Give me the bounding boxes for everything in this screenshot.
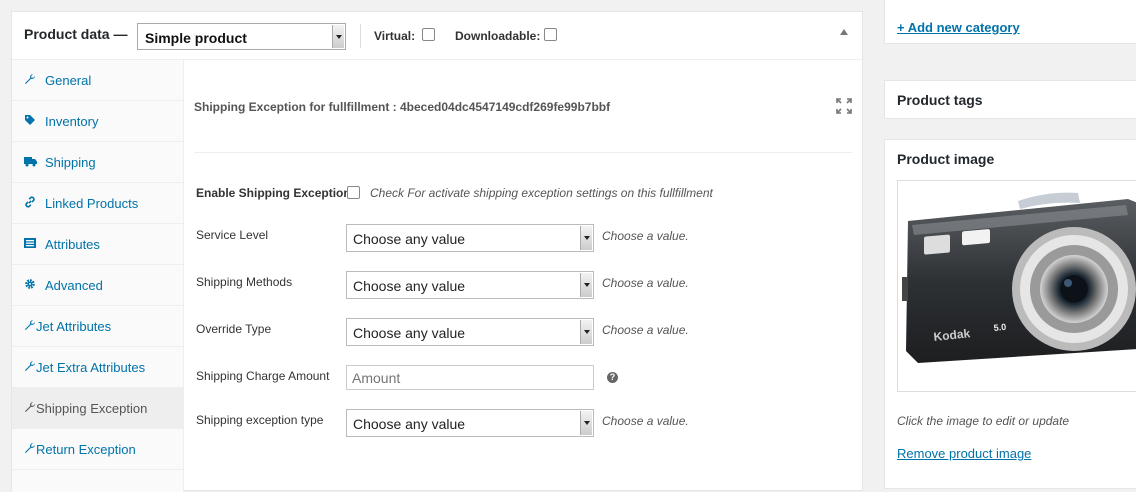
tab-label: Jet Extra Attributes: [36, 360, 146, 375]
wrench-icon: [23, 401, 37, 415]
exception-type-select[interactable]: Choose any value: [346, 409, 594, 437]
tab-return-exception[interactable]: Return Exception: [12, 429, 183, 470]
enable-shipping-exception-label: Enable Shipping Exception: [196, 186, 351, 200]
expand-icon[interactable]: [836, 98, 852, 114]
exception-type-label: Shipping exception type: [196, 413, 324, 427]
product-tags-title: Product tags: [897, 92, 983, 108]
wrench-icon: [23, 73, 37, 87]
downloadable-checkbox[interactable]: [544, 28, 557, 41]
product-data-box: Product data — Simple product Virtual: D…: [11, 11, 863, 492]
enable-hint: Check For activate shipping exception se…: [370, 186, 713, 200]
tab-attributes[interactable]: Attributes: [12, 224, 183, 265]
tab-label: Attributes: [45, 237, 100, 252]
tab-jet-extra-attributes[interactable]: Jet Extra Attributes: [12, 347, 183, 388]
chevron-down-icon: [332, 25, 344, 48]
tab-jet-attributes[interactable]: Jet Attributes: [12, 306, 183, 347]
select-value: Choose any value: [353, 278, 466, 294]
select-value: Choose any value: [353, 231, 466, 247]
tab-label: Shipping Exception: [36, 401, 148, 416]
tab-label: Advanced: [45, 278, 103, 293]
wrench-icon: [23, 360, 37, 374]
product-data-header: Product data — Simple product Virtual: D…: [12, 12, 862, 60]
virtual-label: Virtual:: [374, 29, 416, 43]
tab-label: Return Exception: [36, 442, 136, 457]
chevron-down-icon: [580, 226, 592, 250]
select-value: Choose any value: [353, 325, 466, 341]
override-type-hint: Choose a value.: [602, 323, 689, 337]
product-image-title: Product image: [897, 151, 995, 167]
shipping-methods-hint: Choose a value.: [602, 276, 689, 290]
product-type-select[interactable]: Simple product: [137, 23, 346, 50]
tab-label: Shipping: [45, 155, 96, 170]
camera-mp: 5.0: [993, 322, 1006, 333]
select-value: Choose any value: [353, 416, 466, 432]
tag-icon: [23, 114, 37, 128]
remove-product-image-link[interactable]: Remove product image: [897, 446, 1031, 461]
tab-shipping-exception[interactable]: Shipping Exception: [12, 388, 183, 429]
service-level-hint: Choose a value.: [602, 229, 689, 243]
product-image[interactable]: Kodak 5.0: [897, 180, 1136, 392]
tab-label: Jet Attributes: [36, 319, 112, 334]
truck-icon: [23, 155, 37, 169]
wrench-icon: [23, 442, 37, 456]
chevron-down-icon: [580, 320, 592, 344]
chevron-down-icon: [580, 411, 592, 435]
tab-shipping[interactable]: Shipping: [12, 142, 183, 183]
product-categories-box: + Add new category: [884, 0, 1136, 44]
product-data-title: Product data —: [24, 26, 128, 42]
downloadable-label: Downloadable:: [455, 29, 541, 43]
shipping-methods-select[interactable]: Choose any value: [346, 271, 594, 299]
tab-label: Linked Products: [45, 196, 139, 211]
shipping-exception-panel: Shipping Exception for fullfillment : 4b…: [184, 60, 862, 490]
product-type-value: Simple product: [145, 30, 247, 46]
help-icon[interactable]: ?: [607, 372, 618, 383]
enable-shipping-exception-checkbox[interactable]: [347, 186, 360, 199]
override-type-select[interactable]: Choose any value: [346, 318, 594, 346]
gear-icon: [23, 278, 37, 292]
panel-divider: [194, 152, 852, 153]
header-divider: [360, 24, 361, 48]
collapse-arrow-icon[interactable]: [840, 29, 848, 35]
tab-linked-products[interactable]: Linked Products: [12, 183, 183, 224]
tab-general[interactable]: General: [12, 60, 183, 101]
override-type-label: Override Type: [196, 322, 272, 336]
tab-label: General: [45, 73, 92, 88]
shipping-methods-label: Shipping Methods: [196, 275, 293, 289]
service-level-select[interactable]: Choose any value: [346, 224, 594, 252]
list-icon: [23, 237, 37, 251]
add-new-category-link[interactable]: + Add new category: [897, 20, 1020, 35]
product-data-tabs: General Inventory Shipping Linked Produc…: [12, 60, 184, 492]
tab-inventory[interactable]: Inventory: [12, 101, 183, 142]
tab-advanced[interactable]: Advanced: [12, 265, 183, 306]
virtual-checkbox[interactable]: [422, 28, 435, 41]
panel-title: Shipping Exception for fullfillment : 4b…: [194, 100, 611, 114]
tab-label: Inventory: [45, 114, 99, 129]
service-level-label: Service Level: [196, 228, 269, 242]
charge-amount-input[interactable]: [346, 365, 594, 390]
product-tags-box: Product tags: [884, 80, 1136, 119]
exception-type-hint: Choose a value.: [602, 414, 689, 428]
chevron-down-icon: [580, 273, 592, 297]
wrench-icon: [23, 319, 37, 333]
image-hint: Click the image to edit or update: [897, 414, 1070, 428]
link-icon: [23, 196, 37, 210]
charge-amount-label: Shipping Charge Amount: [196, 369, 330, 383]
product-image-box: Product image Kodak 5.0 Click the image …: [884, 139, 1136, 489]
